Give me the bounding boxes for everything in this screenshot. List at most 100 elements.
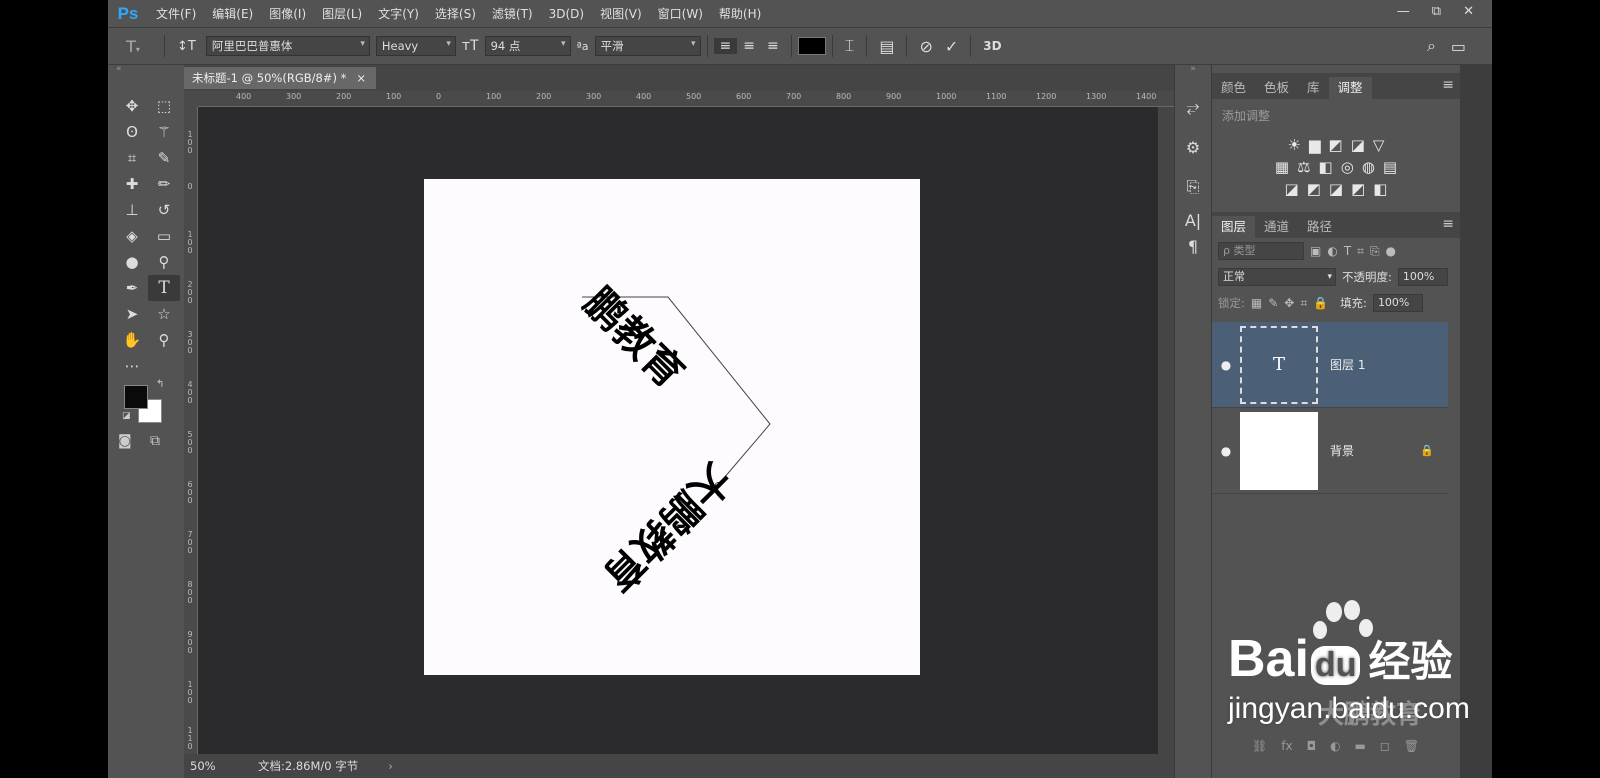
filter-smart-object-icon[interactable]: ⎘ xyxy=(1370,244,1380,259)
close-icon[interactable]: ✕ xyxy=(1463,4,1474,19)
default-colors-icon[interactable]: ◪ xyxy=(122,411,131,421)
tab-color[interactable]: 颜色 xyxy=(1212,77,1255,99)
collapse-grip-icon[interactable]: « xyxy=(108,65,180,74)
panel-menu-icon[interactable]: ≡ xyxy=(1442,77,1454,93)
align-right-icon[interactable]: ≡ xyxy=(761,38,785,54)
canvas-workspace[interactable]: 鹏教育 大鹏教育 xyxy=(198,107,1158,754)
commit-icon[interactable]: ✓ xyxy=(939,37,964,56)
vertical-scrollbar[interactable] xyxy=(1158,107,1174,754)
cancel-icon[interactable]: ⊘ xyxy=(913,37,938,56)
zoom-tool-icon[interactable]: ⚲ xyxy=(148,327,180,353)
blur-tool-icon[interactable]: ● xyxy=(116,249,148,275)
path-selection-tool-icon[interactable]: ➤ xyxy=(116,301,148,327)
layer-row-text[interactable]: ● T 图层 1 xyxy=(1212,322,1448,408)
blend-mode-select[interactable]: 正常 ▾ xyxy=(1218,268,1336,286)
brightness-contrast-icon[interactable]: ☀ xyxy=(1288,136,1301,154)
eye-icon[interactable]: ● xyxy=(1212,358,1240,372)
link-layers-icon[interactable]: ⛓ xyxy=(1252,739,1267,753)
eye-icon[interactable]: ● xyxy=(1212,444,1240,458)
tab-channels[interactable]: 通道 xyxy=(1255,216,1298,238)
toggle-text-orientation-icon[interactable]: ↕T xyxy=(171,39,202,54)
trash-icon[interactable]: 🗑 xyxy=(1404,739,1419,753)
history-brush-tool-icon[interactable]: ↺ xyxy=(148,197,180,223)
menu-image[interactable]: 图像(I) xyxy=(261,5,314,22)
quick-mask-icon[interactable]: ◙ xyxy=(118,433,132,449)
close-tab-icon[interactable]: × xyxy=(356,71,366,85)
channel-mixer-icon[interactable]: ◍ xyxy=(1362,158,1375,176)
warp-text-icon[interactable]: ⌶ xyxy=(839,36,861,56)
menu-window[interactable]: 窗口(W) xyxy=(650,5,711,22)
group-icon[interactable]: ▬ xyxy=(1355,739,1366,753)
lasso-tool-icon[interactable]: ʘ xyxy=(116,119,148,145)
gradient-map-icon[interactable]: ◧ xyxy=(1373,180,1387,198)
hue-saturation-icon[interactable]: ▦ xyxy=(1275,158,1289,176)
workspace-icon[interactable]: ▭ xyxy=(1445,37,1472,56)
exposure-icon[interactable]: ◪ xyxy=(1351,136,1365,154)
document-canvas[interactable]: 鹏教育 大鹏教育 xyxy=(424,179,920,675)
brush-tool-icon[interactable]: ✏ xyxy=(148,171,180,197)
eraser-tool-icon[interactable]: ◈ xyxy=(116,223,148,249)
black-white-icon[interactable]: ◧ xyxy=(1319,158,1333,176)
layer-name[interactable]: 背景 xyxy=(1330,442,1354,459)
healing-brush-tool-icon[interactable]: ✚ xyxy=(116,171,148,197)
eyedropper-tool-icon[interactable]: ✎ xyxy=(148,145,180,171)
fx-icon[interactable]: fx xyxy=(1281,739,1292,753)
paths-panel-icon[interactable]: ⎘ xyxy=(1175,167,1211,207)
document-tab[interactable]: 未标题-1 @ 50%(RGB/8#) * × xyxy=(184,67,376,89)
menu-filter[interactable]: 滤镜(T) xyxy=(484,5,541,22)
menu-layer[interactable]: 图层(L) xyxy=(314,5,370,22)
align-left-icon[interactable]: ≡ xyxy=(713,38,738,54)
layer-filter-select[interactable]: ρ 类型 xyxy=(1218,242,1304,260)
filter-pixel-icon[interactable]: ▣ xyxy=(1310,244,1321,258)
menu-type[interactable]: 文字(Y) xyxy=(370,5,427,22)
tab-libraries[interactable]: 库 xyxy=(1298,77,1329,99)
color-balance-icon[interactable]: ⚖ xyxy=(1297,158,1310,176)
filter-shape-icon[interactable]: ⌗ xyxy=(1357,244,1364,259)
character-panel-icon[interactable]: ▤ xyxy=(873,37,900,56)
gradient-tool-icon[interactable]: ▭ xyxy=(148,223,180,249)
filter-toggle-icon[interactable]: ● xyxy=(1386,244,1396,258)
new-layer-icon[interactable]: ◻ xyxy=(1380,739,1390,753)
character-panel-icon[interactable]: A| xyxy=(1175,207,1211,233)
history-panel-icon[interactable]: ⥂ xyxy=(1175,87,1211,127)
menu-file[interactable]: 文件(F) xyxy=(148,5,204,22)
3d-button[interactable]: 3D xyxy=(977,39,1007,53)
curves-icon[interactable]: ◩ xyxy=(1329,136,1343,154)
opacity-input[interactable]: 100% xyxy=(1397,268,1448,286)
fill-input[interactable]: 100% xyxy=(1372,294,1423,312)
text-color-swatch[interactable] xyxy=(797,37,826,55)
menu-view[interactable]: 视图(V) xyxy=(592,5,650,22)
menu-help[interactable]: 帮助(H) xyxy=(711,5,769,22)
photo-filter-icon[interactable]: ◎ xyxy=(1341,158,1354,176)
posterize-icon[interactable]: ◩ xyxy=(1307,180,1321,198)
threshold-icon[interactable]: ◪ xyxy=(1329,180,1343,198)
adjustment-layer-icon[interactable]: ◐ xyxy=(1330,739,1340,753)
horizontal-ruler[interactable]: 400 300 200 100 0 100 200 300 400 500 60… xyxy=(198,91,1174,107)
pen-tool-icon[interactable]: ✒ xyxy=(116,275,148,301)
lock-paint-icon[interactable]: ✎ xyxy=(1268,296,1278,310)
foreground-color-swatch[interactable] xyxy=(124,385,148,409)
vibrance-icon[interactable]: ▽ xyxy=(1373,136,1385,154)
font-family-select[interactable]: 阿里巴巴普惠体 ▾ xyxy=(205,36,370,56)
lock-position-icon[interactable]: ✥ xyxy=(1284,296,1294,310)
menu-edit[interactable]: 编辑(E) xyxy=(204,5,261,22)
type-tool-icon[interactable]: T xyxy=(148,275,180,301)
menu-select[interactable]: 选择(S) xyxy=(427,5,484,22)
move-tool-icon[interactable]: ✥ xyxy=(116,93,148,119)
swap-colors-icon[interactable]: ↰ xyxy=(156,379,164,390)
crop-tool-icon[interactable]: ⌗ xyxy=(116,145,148,171)
properties-panel-icon[interactable]: ⚙ xyxy=(1175,127,1211,167)
color-lookup-icon[interactable]: ▤ xyxy=(1383,158,1397,176)
tab-adjustments[interactable]: 调整 xyxy=(1328,77,1372,99)
magic-wand-tool-icon[interactable]: ⚚ xyxy=(148,119,180,145)
marquee-tool-icon[interactable]: ⬚ xyxy=(148,93,180,119)
status-chevron-icon[interactable]: › xyxy=(388,759,393,773)
paragraph-panel-icon[interactable]: ¶ xyxy=(1175,233,1211,259)
minimize-icon[interactable]: — xyxy=(1397,4,1410,19)
menu-3d[interactable]: 3D(D) xyxy=(541,7,592,21)
tab-layers[interactable]: 图层 xyxy=(1212,216,1256,238)
hand-tool-icon[interactable]: ✋ xyxy=(116,327,148,353)
layer-row-background[interactable]: ● 背景 🔒 xyxy=(1212,408,1448,494)
vertical-ruler[interactable]: 1 0 0 0 1 0 0 2 0 0 3 0 0 4 0 0 5 0 0 6 … xyxy=(184,107,198,754)
layer-name[interactable]: 图层 1 xyxy=(1330,356,1365,373)
